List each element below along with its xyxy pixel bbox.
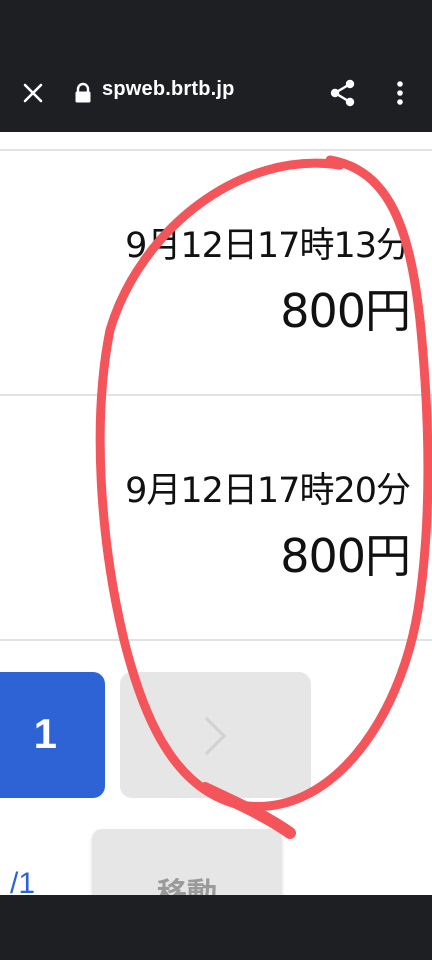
move-button[interactable]: 移動 [92, 829, 282, 895]
more-vert-icon[interactable] [388, 76, 412, 110]
page-count: /1 [10, 867, 36, 895]
divider [0, 149, 432, 151]
lock-icon [74, 82, 92, 104]
navigation-bar [0, 895, 432, 960]
url-text[interactable]: spweb.brtb.jp [102, 78, 235, 101]
entry-time: 9月12日17時13分 [125, 226, 411, 266]
move-button-label: 移動 [157, 877, 217, 895]
divider [0, 639, 432, 641]
entry-time: 9月12日17時20分 [125, 471, 411, 511]
entry-price: 800円 [280, 529, 411, 583]
chevron-right-icon [204, 716, 227, 756]
next-page-button[interactable] [120, 672, 311, 798]
divider [0, 394, 432, 396]
page-button-current[interactable]: 1 [0, 672, 105, 798]
browser-toolbar: spweb.brtb.jp [0, 54, 432, 132]
status-bar [0, 0, 432, 54]
share-icon[interactable] [326, 76, 360, 110]
close-icon[interactable] [18, 78, 48, 108]
page-content: 9月12日17時13分 800円 9月12日17時20分 800円 1 /1 移… [0, 132, 432, 895]
page-number: 1 [33, 710, 57, 757]
entry-price: 800円 [280, 284, 411, 338]
